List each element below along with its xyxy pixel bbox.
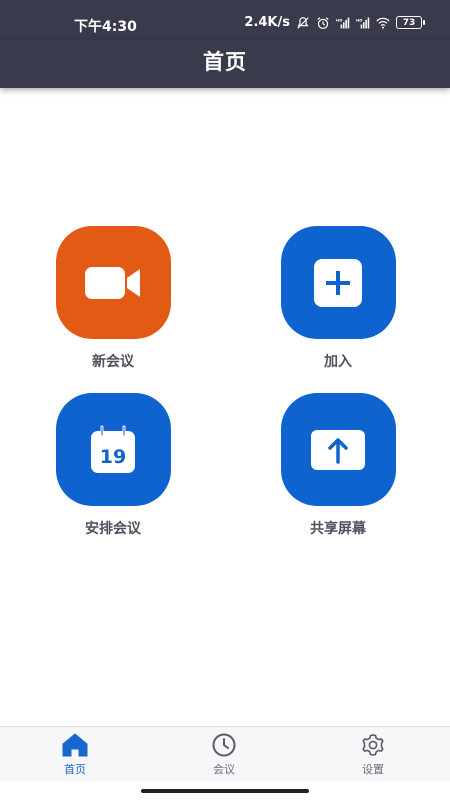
- clock-icon: [212, 733, 236, 757]
- signal-hd-icon: HD: [336, 17, 350, 28]
- signal-hd-icon: HD: [356, 17, 370, 28]
- mute-icon: [297, 16, 309, 29]
- status-time: 下午4:30: [74, 19, 137, 35]
- alarm-icon: [317, 16, 329, 29]
- nav-item-settings[interactable]: 设置: [333, 733, 413, 777]
- new-meeting-label: 新会议: [92, 354, 134, 370]
- nav-label-meetings: 会议: [213, 763, 235, 776]
- new-meeting-tile[interactable]: [55, 226, 171, 339]
- home-indicator[interactable]: [141, 789, 309, 793]
- nav-label-home: 首页: [64, 763, 86, 776]
- svg-text:HD: HD: [356, 17, 363, 22]
- wifi-icon: [376, 17, 390, 29]
- calendar-icon: 19: [91, 425, 135, 473]
- join-label: 加入: [324, 354, 352, 370]
- schedule-meeting-label: 安排会议: [85, 521, 141, 537]
- page-title: 首页: [203, 50, 247, 74]
- schedule-meeting-button[interactable]: 19 安排会议: [43, 393, 183, 538]
- nav-item-meetings[interactable]: 会议: [184, 733, 264, 777]
- share-screen-label: 共享屏幕: [310, 521, 366, 537]
- schedule-meeting-tile[interactable]: 19: [55, 393, 171, 506]
- calendar-day: 19: [100, 446, 126, 468]
- share-screen-button[interactable]: 共享屏幕: [268, 393, 408, 538]
- plus-icon: [314, 258, 362, 307]
- nav-item-home[interactable]: 首页: [35, 733, 115, 777]
- join-tile[interactable]: [280, 226, 396, 339]
- status-icons: 2.4K/s HD HD 73: [244, 15, 425, 30]
- join-button[interactable]: 加入: [268, 226, 408, 371]
- new-meeting-button[interactable]: 新会议: [43, 226, 183, 371]
- bottom-nav: 首页 会议 设置: [0, 726, 450, 782]
- svg-text:HD: HD: [336, 17, 343, 22]
- nav-label-settings: 设置: [362, 763, 384, 776]
- video-camera-icon: [85, 266, 140, 299]
- home-icon: [62, 733, 88, 757]
- title-bar: 首页: [0, 40, 450, 88]
- network-speed: 2.4K/s: [244, 15, 290, 30]
- share-screen-tile[interactable]: [280, 393, 396, 506]
- battery-icon: 73: [396, 16, 425, 29]
- gear-icon: [362, 734, 384, 756]
- status-bar: 下午4:30 2.4K/s HD HD 73: [0, 0, 450, 40]
- upload-arrow-icon: [311, 429, 365, 470]
